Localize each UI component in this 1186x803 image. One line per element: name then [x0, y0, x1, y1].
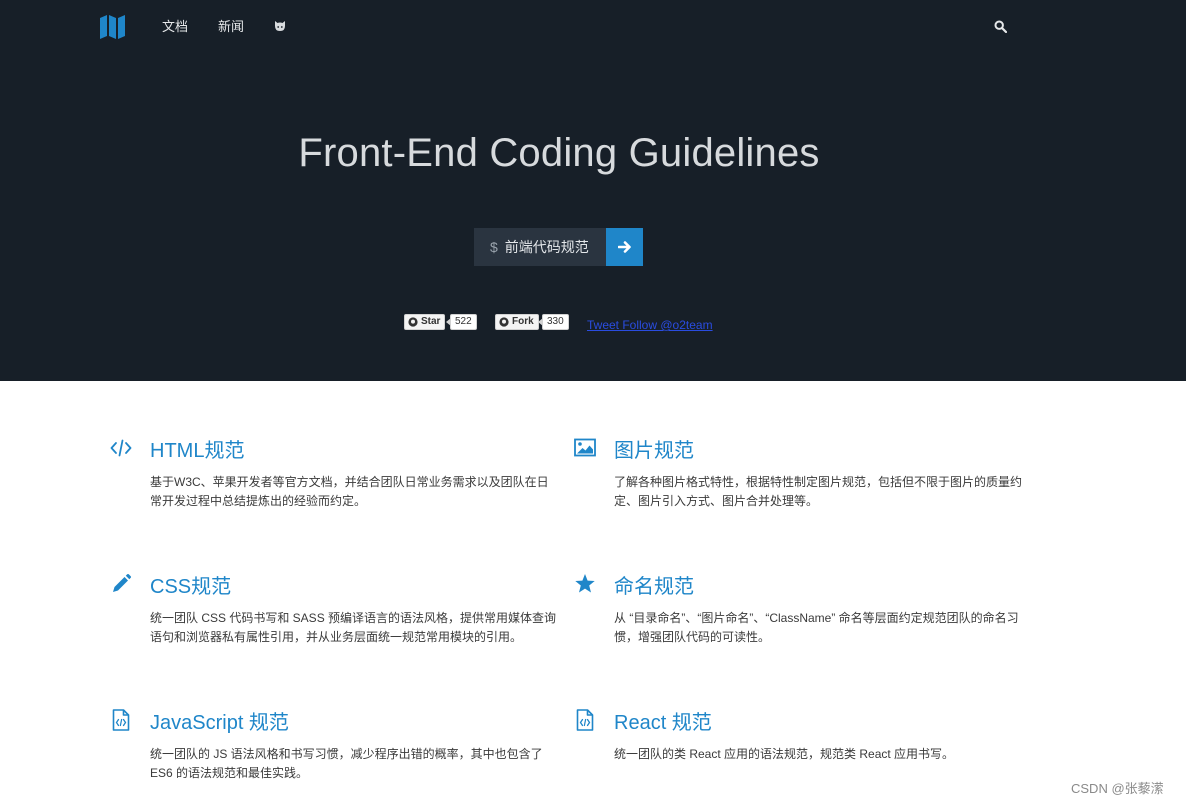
github-icon	[408, 317, 418, 327]
command-prefix: $	[490, 239, 498, 255]
arrow-right-icon	[617, 241, 631, 253]
feature-description: 统一团队的类 React 应用的语法规范，规范类 React 应用书写。	[614, 747, 955, 761]
star-label: Star	[421, 316, 441, 327]
feature-description: 了解各种图片格式特性，根据特性制定图片规范，包括但不限于图片的质量约定、图片引入…	[614, 475, 1023, 508]
feature-description: 统一团队的 JS 语法风格和书写习惯，减少程序出错的概率，其中也包含了ES6 的…	[150, 747, 543, 780]
command-text: 前端代码规范	[504, 239, 589, 255]
code-file-icon	[576, 709, 594, 731]
nav-docs-link[interactable]: 文档	[162, 19, 188, 35]
github-icon[interactable]	[274, 20, 286, 32]
hero-section: 文档 新闻 Front-End Coding Guidelines $ 前端代码规…	[0, 0, 1186, 381]
feature-description: 统一团队 CSS 代码书写和 SASS 预编译语言的语法风格，提供常用媒体查询语…	[150, 611, 557, 644]
github-fork-button[interactable]: Fork	[495, 314, 539, 330]
image-icon	[574, 438, 596, 457]
feature-title[interactable]: 命名规范	[614, 570, 694, 599]
feature-title[interactable]: React 规范	[614, 706, 712, 735]
fork-count[interactable]: 330	[538, 314, 569, 330]
feature-title[interactable]: JavaScript 规范	[150, 706, 289, 735]
pencil-icon	[113, 573, 132, 592]
watermark: CSDN @张藜潆	[1071, 781, 1164, 796]
command-box: $ 前端代码规范	[474, 228, 606, 266]
feature-title[interactable]: 图片规范	[614, 434, 694, 463]
search-icon[interactable]	[994, 20, 1007, 33]
code-file-icon	[112, 709, 130, 731]
feature-title[interactable]: HTML规范	[150, 434, 244, 463]
fork-label: Fork	[512, 316, 534, 327]
star-icon	[575, 574, 595, 593]
code-icon	[110, 439, 132, 457]
star-count[interactable]: 522	[446, 314, 477, 330]
map-logo-icon[interactable]	[100, 15, 126, 39]
feature-title[interactable]: CSS规范	[150, 570, 231, 599]
hero-title: Front-End Coding Guidelines	[298, 131, 820, 175]
tweet-follow-link[interactable]: Tweet Follow @o2team	[587, 318, 713, 332]
feature-description: 基于W3C、苹果开发者等官方文档，并结合团队日常业务需求以及团队在日常开发过程中…	[150, 475, 549, 508]
github-star-button[interactable]: Star	[404, 314, 446, 330]
feature-description: 从 “目录命名”、“图片命名”、“ClassName” 命名等层面约定规范团队的…	[614, 611, 1019, 644]
nav-news-link[interactable]: 新闻	[218, 19, 244, 35]
go-button[interactable]	[606, 228, 643, 266]
github-icon	[499, 317, 509, 327]
